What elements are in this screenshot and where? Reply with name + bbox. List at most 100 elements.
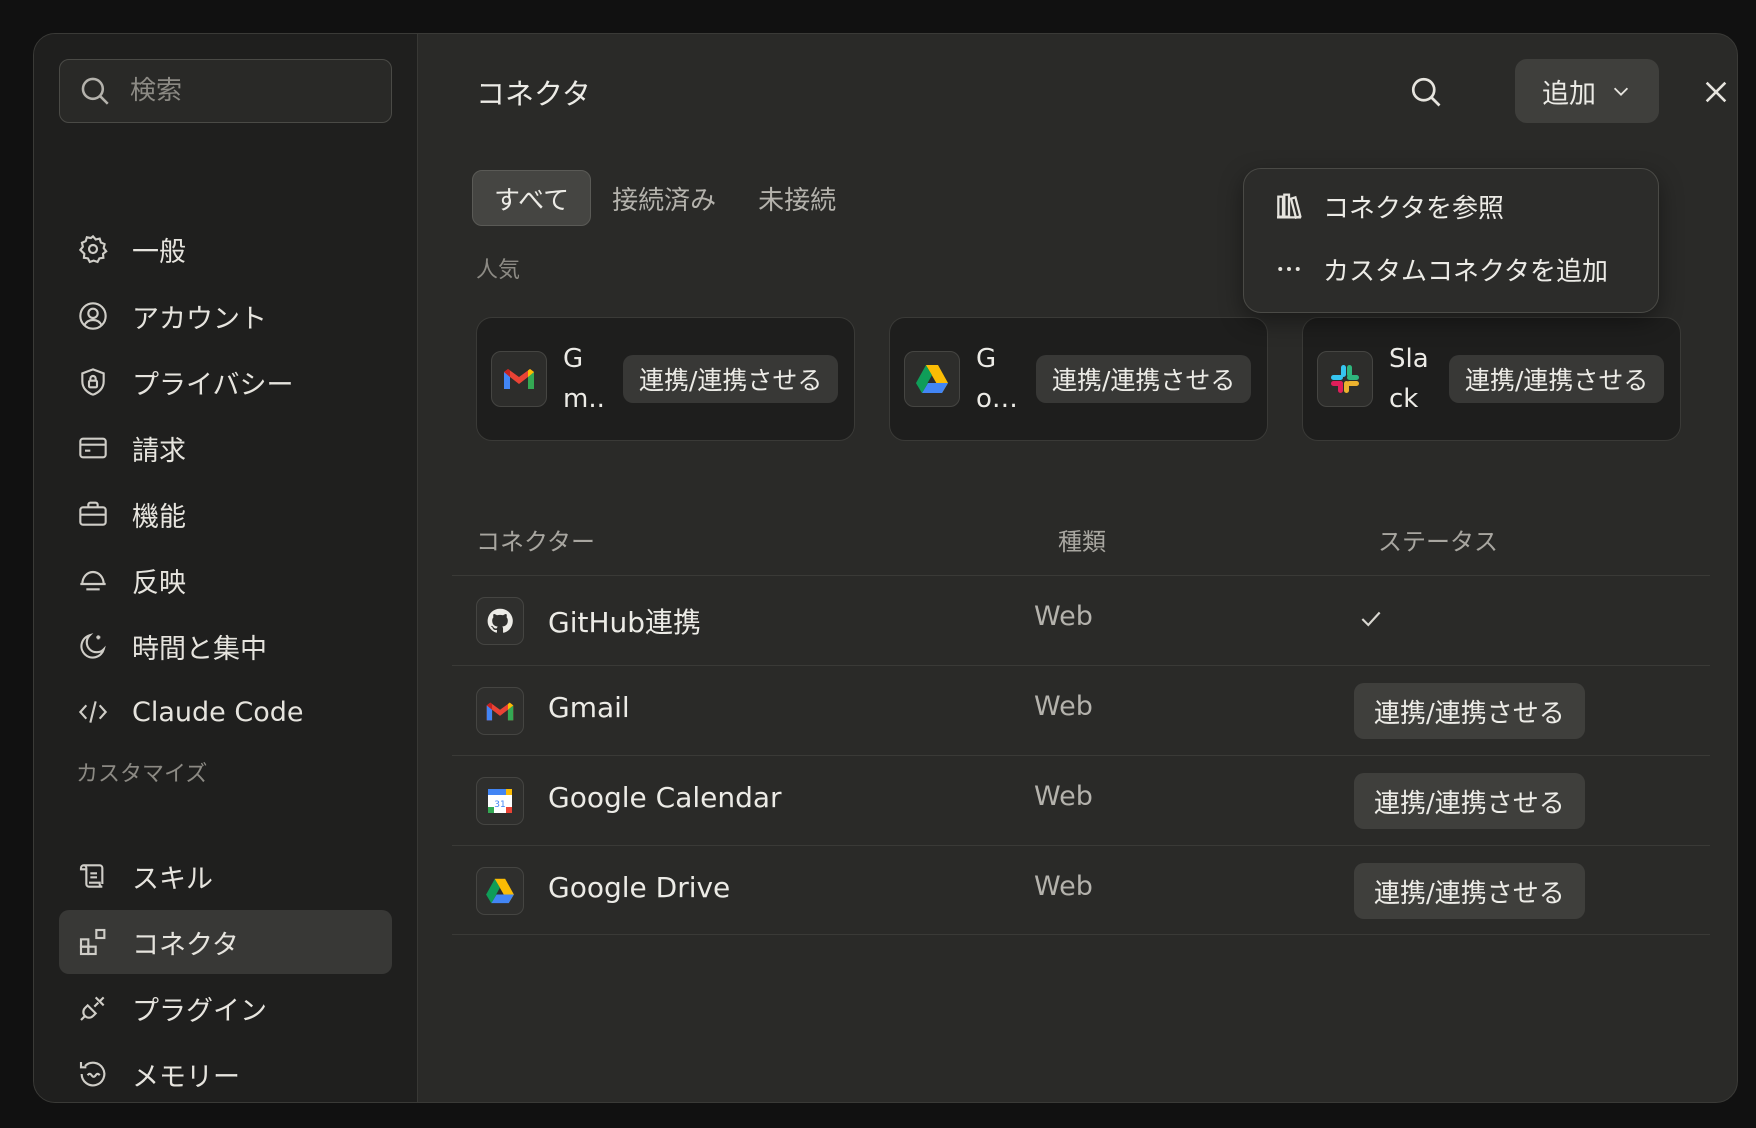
- ellipsis-icon: [1272, 252, 1306, 286]
- svg-text:31: 31: [494, 800, 505, 810]
- sidebar-item-label: コネクタ: [132, 929, 239, 961]
- connect-button[interactable]: 連携/連携させる: [1036, 355, 1252, 403]
- search-icon: [1411, 77, 1441, 107]
- user-circle-icon: [76, 299, 110, 333]
- sidebar-item-label: Claude Code: [132, 696, 304, 728]
- menu-item-label: カスタムコネクタを追加: [1323, 256, 1608, 287]
- sidebar-item-memory[interactable]: メモリー: [59, 1042, 392, 1102]
- add-button-label: 追加: [1542, 78, 1596, 110]
- popular-card-gmail: Gm.. 連携/連携させる: [476, 317, 855, 441]
- sidebar-item-label: スキル: [132, 863, 213, 895]
- sidebar-item-account[interactable]: アカウント: [59, 284, 392, 348]
- library-icon: [1272, 189, 1306, 223]
- chevron-down-icon: [1613, 87, 1629, 96]
- connector-type: Web: [1034, 601, 1093, 632]
- table-row[interactable]: Google Drive Web 連携/連携させる: [452, 845, 1710, 935]
- popular-card-name: Go…: [976, 344, 1018, 414]
- sidebar-item-label: 機能: [132, 501, 186, 533]
- code-icon: [76, 695, 110, 729]
- sidebar-item-plugins[interactable]: プラグイン: [59, 976, 392, 1040]
- sidebar-item-time-focus[interactable]: 時間と集中: [59, 614, 392, 678]
- sidebar-item-label: 請求: [132, 435, 186, 467]
- tab-connected[interactable]: 接続済み: [591, 170, 737, 226]
- check-icon: [1358, 606, 1384, 636]
- sidebar-item-features[interactable]: 機能: [59, 482, 392, 546]
- menu-item-label: コネクタを参照: [1323, 193, 1504, 224]
- blocks-icon: [76, 925, 110, 959]
- menu-item-add-custom-connector[interactable]: カスタムコネクタを追加: [1244, 241, 1658, 297]
- popular-card-slack: Slack 連携/連携させる: [1302, 317, 1681, 441]
- google-drive-icon: [904, 351, 960, 407]
- sidebar-item-general[interactable]: 一般: [59, 217, 392, 281]
- tab-not-connected[interactable]: 未接続: [737, 170, 857, 226]
- connector-name: GitHub連携: [548, 606, 702, 639]
- section-label-customize: カスタマイズ: [76, 762, 208, 787]
- connector-type: Web: [1034, 691, 1093, 722]
- slack-icon: [1317, 351, 1373, 407]
- table-row[interactable]: Gmail Web 連携/連携させる: [452, 665, 1710, 755]
- column-header-connector[interactable]: コネクター: [476, 522, 595, 557]
- popular-card-name: Gm..: [563, 344, 605, 414]
- briefcase-icon: [76, 497, 110, 531]
- popular-section-label: 人気: [476, 258, 521, 283]
- sidebar-item-skills[interactable]: スキル: [59, 844, 392, 908]
- github-icon: [476, 597, 524, 645]
- tab-all[interactable]: すべて: [472, 170, 592, 226]
- sidebar-item-claude-code[interactable]: Claude Code: [59, 680, 392, 744]
- gmail-icon: [491, 351, 547, 407]
- connector-name: Gmail: [548, 691, 630, 724]
- sidebar-item-label: プライバシー: [132, 369, 294, 401]
- column-header-status[interactable]: ステータス: [1378, 522, 1498, 557]
- connector-name: Google Drive: [548, 871, 731, 904]
- sidebar: 一般 アカウント プライバシー 請求 機能 反映 時間と集中 Claude C: [34, 34, 418, 1102]
- moon-icon: [76, 629, 110, 663]
- sidebar-item-connectors[interactable]: コネクタ: [59, 910, 392, 974]
- bell-icon: [76, 563, 110, 597]
- connector-type: Web: [1034, 871, 1093, 902]
- sidebar-item-reflection[interactable]: 反映: [59, 548, 392, 612]
- add-dropdown-menu: コネクタを参照 カスタムコネクタを追加: [1243, 168, 1659, 313]
- history-icon: [76, 1057, 110, 1091]
- search-input[interactable]: [130, 76, 350, 106]
- shield-lock-icon: [76, 365, 110, 399]
- settings-dialog: 一般 アカウント プライバシー 請求 機能 反映 時間と集中 Claude C: [33, 33, 1738, 1103]
- sidebar-item-label: 反映: [132, 567, 186, 599]
- close-button[interactable]: [1696, 72, 1736, 112]
- sidebar-item-label: アカウント: [132, 303, 267, 335]
- sidebar-item-label: プラグイン: [132, 995, 267, 1027]
- table-row[interactable]: GitHub連携 Web: [452, 575, 1710, 665]
- sidebar-item-label: 時間と集中: [132, 633, 267, 665]
- search-box[interactable]: [59, 59, 392, 123]
- table-header: コネクター 種類 ステータス: [476, 522, 1737, 562]
- connect-button[interactable]: 連携/連携させる: [1449, 355, 1665, 403]
- connector-type: Web: [1034, 781, 1093, 812]
- credit-card-icon: [76, 431, 110, 465]
- close-icon: [1705, 81, 1727, 103]
- scroll-icon: [76, 859, 110, 893]
- column-header-type[interactable]: 種類: [1058, 522, 1106, 557]
- connect-button[interactable]: 連携/連携させる: [1354, 863, 1585, 919]
- popular-card-google-drive: Go… 連携/連携させる: [889, 317, 1268, 441]
- search-icon: [81, 77, 109, 105]
- sidebar-item-billing[interactable]: 請求: [59, 416, 392, 480]
- table-row[interactable]: 31 Google Calendar Web 連携/連携させる: [452, 755, 1710, 845]
- gmail-icon: [476, 687, 524, 735]
- filter-tabs: すべて 接続済み 未接続: [472, 170, 857, 226]
- plug-icon: [76, 991, 110, 1025]
- google-drive-icon: [476, 867, 524, 915]
- connect-button[interactable]: 連携/連携させる: [1354, 773, 1585, 829]
- add-button[interactable]: 追加: [1515, 59, 1659, 123]
- gear-icon: [76, 232, 110, 266]
- connector-name: Google Calendar: [548, 781, 782, 814]
- menu-item-browse-connectors[interactable]: コネクタを参照: [1244, 178, 1658, 234]
- connect-button[interactable]: 連携/連携させる: [1354, 683, 1585, 739]
- connect-button[interactable]: 連携/連携させる: [623, 355, 839, 403]
- sidebar-item-label: メモリー: [132, 1061, 240, 1093]
- popular-card-name: Slack: [1389, 344, 1429, 414]
- sidebar-item-privacy[interactable]: プライバシー: [59, 350, 392, 414]
- sidebar-item-label: 一般: [132, 236, 186, 268]
- google-calendar-icon: 31: [476, 777, 524, 825]
- page-title: コネクタ: [476, 77, 591, 111]
- connector-search-button[interactable]: [1406, 72, 1446, 112]
- popular-cards: Gm.. 連携/連携させる Go… 連携/連携させる Slack 連携/連携させ…: [476, 317, 1681, 441]
